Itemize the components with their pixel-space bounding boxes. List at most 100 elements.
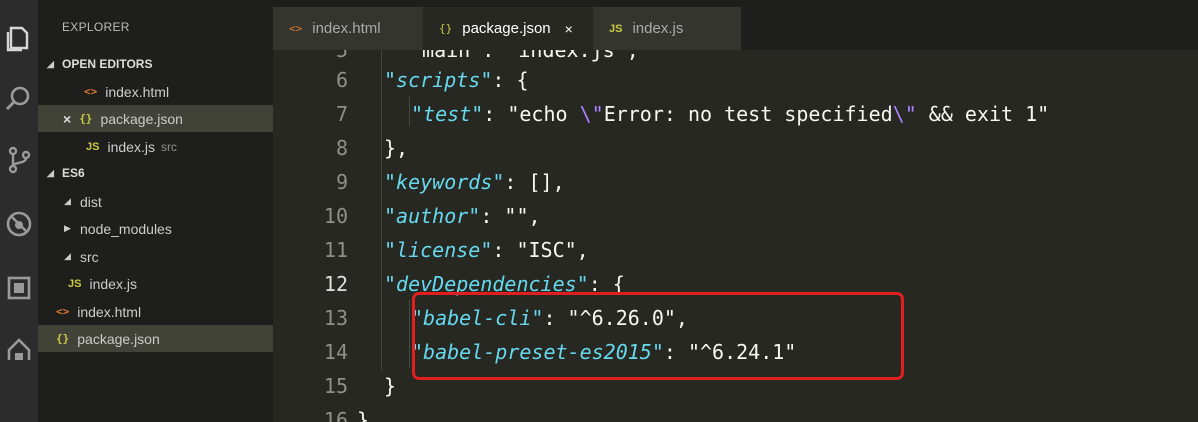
code-token: : "", xyxy=(480,204,541,228)
close-editor-icon[interactable]: × xyxy=(63,111,71,127)
tree-item-label: dist xyxy=(80,193,102,210)
open-editors-label: OPEN EDITORS xyxy=(62,57,153,71)
code-token: : "ISC", xyxy=(492,238,589,262)
tab-index-js[interactable]: JS index.js xyxy=(593,7,741,50)
activity-bar xyxy=(0,0,38,422)
open-editor-folder-hint: src xyxy=(160,139,177,154)
line-number: 10 xyxy=(323,204,348,228)
json-key: "test" xyxy=(411,102,484,126)
open-editor-item-index-js[interactable]: JS index.js src xyxy=(38,133,273,160)
project-header[interactable]: ◢ ES6 xyxy=(38,162,273,184)
json-key: "scripts" xyxy=(384,68,493,92)
line-number: 11 xyxy=(323,238,348,262)
annotation-highlight-box xyxy=(412,292,904,380)
tab-label: index.html xyxy=(312,20,381,37)
tree-item-src[interactable]: ◢ src xyxy=(38,243,273,270)
code-text: "keywords": [], xyxy=(384,165,565,199)
open-editor-item-index-html[interactable]: <> index.html xyxy=(38,78,273,105)
code-token: "echo xyxy=(507,102,580,126)
json-key: "license" xyxy=(384,238,493,262)
code-line[interactable]: 11 "license": "ISC", xyxy=(273,233,1198,267)
js-file-icon: JS xyxy=(609,22,623,35)
editor-tabs: <> index.html {} package.json × JS index… xyxy=(273,0,1198,50)
json-file-icon: {} xyxy=(439,22,453,35)
js-file-icon: JS xyxy=(68,277,82,290)
line-number: 14 xyxy=(323,340,348,364)
collapse-triangle-icon: ◢ xyxy=(47,58,54,69)
html-file-icon: <> xyxy=(289,22,303,35)
tab-package-json[interactable]: {} package.json × xyxy=(423,7,593,50)
tree-item-label: package.json xyxy=(77,330,160,347)
tree-item-package-json[interactable]: {} package.json xyxy=(38,325,273,352)
tree-item-label: src xyxy=(80,248,99,265)
code-token: \" xyxy=(892,102,917,126)
line-number: 6 xyxy=(335,68,348,92)
html-file-icon: <> xyxy=(84,85,98,98)
code-token: : { xyxy=(492,68,529,92)
line-number: 16 xyxy=(323,408,348,422)
code-text: } xyxy=(357,403,369,422)
tree-item-dist[interactable]: ◢ dist xyxy=(38,188,273,215)
json-key: "author" xyxy=(384,204,481,228)
code-text: } xyxy=(384,369,396,403)
html-file-icon: <> xyxy=(56,305,70,318)
explorer-title: EXPLORER xyxy=(62,20,130,34)
code-line[interactable]: 7 "test": "echo \"Error: no test specifie… xyxy=(273,97,1198,131)
extensions-icon[interactable] xyxy=(0,268,38,308)
code-token: } xyxy=(384,374,397,398)
code-token: "main": "index.js", xyxy=(410,50,639,62)
json-key: "keywords" xyxy=(384,170,505,194)
code-text: }, xyxy=(384,131,408,165)
js-file-icon: JS xyxy=(86,140,100,153)
tab-label: index.js xyxy=(632,20,684,37)
search-icon[interactable] xyxy=(0,78,38,118)
folder-expanded-icon: ◢ xyxy=(64,251,71,261)
source-control-icon[interactable] xyxy=(0,140,38,180)
tree-item-src-index-js[interactable]: JS index.js xyxy=(38,270,273,297)
open-editor-filename: index.js xyxy=(107,138,155,155)
debug-icon[interactable] xyxy=(0,204,38,244)
tab-label: package.json xyxy=(462,20,551,37)
folder-collapsed-icon: ▶ xyxy=(64,223,71,233)
code-token: Error: no test specified xyxy=(603,102,893,126)
tab-index-html[interactable]: <> index.html xyxy=(273,7,423,50)
json-file-icon: {} xyxy=(79,112,93,125)
code-token: } xyxy=(357,408,370,422)
open-editor-filename: index.html xyxy=(105,83,170,100)
folder-expanded-icon: ◢ xyxy=(64,196,71,206)
code-line[interactable]: 16} xyxy=(273,403,1198,422)
close-tab-icon[interactable]: × xyxy=(565,21,573,37)
json-file-icon: {} xyxy=(56,332,70,345)
open-editors-header[interactable]: ◢ OPEN EDITORS xyxy=(38,53,273,75)
code-text: "author": "", xyxy=(384,199,541,233)
line-number: 15 xyxy=(323,374,348,398)
open-editor-item-package-json[interactable]: × {} package.json xyxy=(38,105,273,132)
tree-item-index-html[interactable]: <> index.html xyxy=(38,298,273,325)
tree-item-node-modules[interactable]: ▶ node_modules xyxy=(38,215,273,242)
tree-item-label: index.js xyxy=(89,275,137,292)
code-text: "license": "ISC", xyxy=(384,233,589,267)
code-token: && exit 1" xyxy=(916,102,1050,126)
code-line[interactable]: 9 "keywords": [], xyxy=(273,165,1198,199)
code-token: : [], xyxy=(504,170,565,194)
code-token: }, xyxy=(384,136,409,160)
line-number: 12 xyxy=(323,272,348,296)
line-number: 8 xyxy=(335,136,348,160)
open-editor-filename: package.json xyxy=(100,110,183,127)
tree-item-label: node_modules xyxy=(80,220,172,237)
code-token: : xyxy=(483,102,508,126)
tree-item-label: index.html xyxy=(77,303,142,320)
code-line[interactable]: 6 "scripts": { xyxy=(273,63,1198,97)
code-line[interactable]: 8}, xyxy=(273,131,1198,165)
project-label: ES6 xyxy=(62,166,85,180)
line-number: 13 xyxy=(323,306,348,330)
code-token: \" xyxy=(579,102,604,126)
remote-icon[interactable] xyxy=(0,330,38,370)
line-number: 9 xyxy=(335,170,348,194)
files-icon[interactable] xyxy=(0,18,38,58)
code-text: "scripts": { xyxy=(384,63,529,97)
code-line[interactable]: 10 "author": "", xyxy=(273,199,1198,233)
collapse-triangle-icon: ◢ xyxy=(47,167,54,178)
line-number: 7 xyxy=(335,102,348,126)
code-text: "test": "echo \"Error: no test specified… xyxy=(411,97,1049,131)
